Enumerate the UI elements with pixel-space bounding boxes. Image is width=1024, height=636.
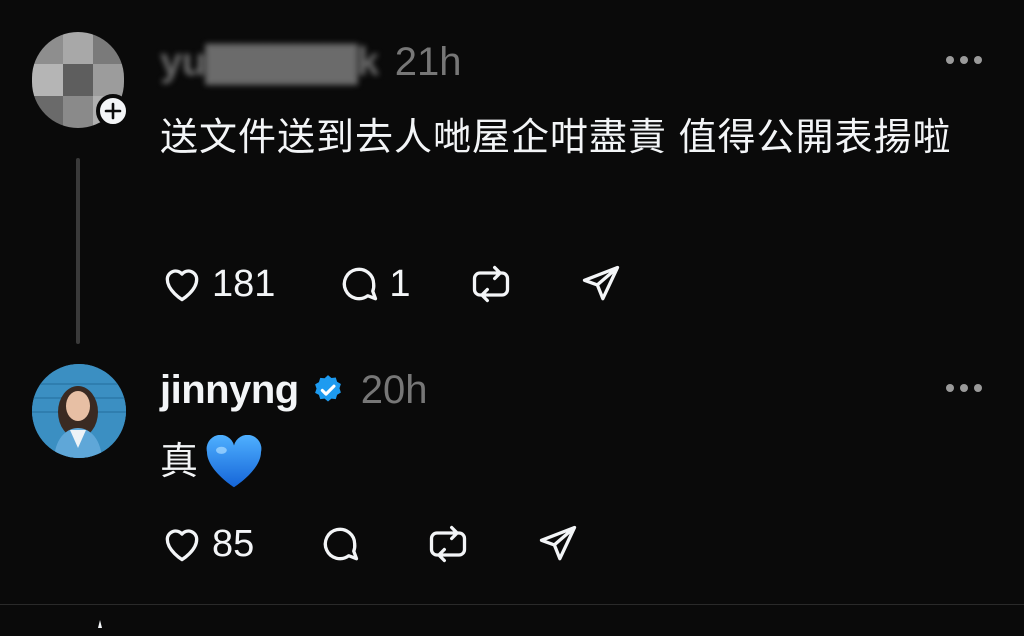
paper-plane-icon [540,525,577,561]
like-count: 85 [212,522,255,565]
username[interactable]: yu▇▇▇▇▇k [160,39,379,85]
paper-plane-icon [582,265,619,301]
more-horizontal-icon[interactable] [946,56,982,66]
repost-icon [472,265,509,303]
more-horizontal-icon[interactable] [946,384,982,394]
repost-icon [430,525,467,563]
thread-connector-line [76,158,80,344]
post-header: yu▇▇▇▇▇k 21h [160,36,461,88]
post-header: jinnyng 20h [160,364,427,416]
action-bar: 181 1 [160,262,623,306]
reply-button[interactable] [318,522,362,566]
speech-bubble-icon [343,267,378,301]
post-text: 送文件送到去人哋屋企咁盡責 值得公開表揚啦 [160,117,952,159]
like-button[interactable]: 85 [160,522,254,566]
plus-icon[interactable] [96,94,130,128]
share-button[interactable] [536,522,580,566]
repost-button[interactable] [426,522,470,566]
avatar[interactable] [32,364,126,458]
like-button[interactable]: 181 [160,262,275,306]
divider [0,604,1024,605]
repost-button[interactable] [469,262,513,306]
verified-badge-icon [314,375,341,402]
reply-post: jinnyng 20h 真 85 [0,350,1024,600]
timestamp: 21h [394,39,462,84]
reply-count: 1 [389,262,411,305]
timestamp: 20h [360,367,428,412]
heart-outline-icon [165,529,199,562]
username[interactable]: jinnyng [160,368,299,413]
post-text: 真 [160,441,200,483]
blue-heart-icon [206,435,262,488]
action-bar: 85 [160,522,580,566]
partial-icon [98,620,102,628]
reply-post: yu▇▇▇▇▇k 21h 送文件送到去人哋屋企咁盡責 值得公開表揚啦 181 1 [0,0,1024,350]
post-text-row: 真 [160,434,1000,490]
heart-outline-icon [165,269,199,302]
like-count: 181 [212,262,276,305]
share-button[interactable] [579,262,623,306]
speech-bubble-icon [324,527,359,561]
reply-button[interactable]: 1 [337,262,411,306]
